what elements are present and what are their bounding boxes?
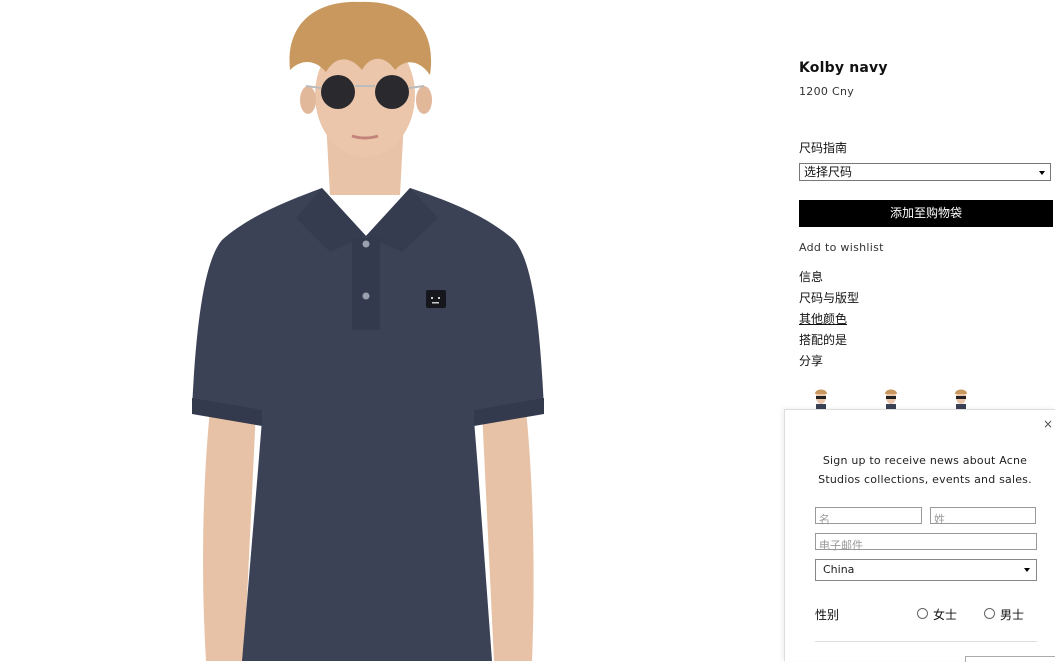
thumbnail-strip <box>813 388 983 410</box>
first-name-input[interactable] <box>816 512 921 527</box>
close-icon[interactable]: × <box>1041 417 1055 431</box>
email-field[interactable] <box>815 533 1037 553</box>
add-to-bag-button[interactable]: 添加至购物袋 <box>799 200 1053 227</box>
chevron-down-icon <box>1039 171 1045 175</box>
newsletter-popup: × Sign up to receive news about Acne Stu… <box>784 409 1055 662</box>
product-title: Kolby navy <box>799 60 888 76</box>
size-guide-link[interactable]: 尺码指南 <box>799 139 847 156</box>
gender-label: 性别 <box>815 608 840 622</box>
divider <box>815 641 1037 642</box>
gender-male-label: 男士 <box>1000 608 1025 622</box>
first-name-field[interactable] <box>815 507 922 527</box>
radio-icon[interactable] <box>984 608 995 619</box>
link-size-fit[interactable]: 尺码与版型 <box>799 290 859 311</box>
product-price: 1200 Cny <box>799 85 855 98</box>
thumbnail-3[interactable] <box>953 388 969 410</box>
product-image[interactable] <box>0 0 760 661</box>
link-other-colors[interactable]: 其他颜色 <box>799 311 859 332</box>
last-name-input[interactable] <box>931 512 1035 527</box>
country-value: China <box>823 563 855 576</box>
size-select-value: 选择尺码 <box>804 165 853 179</box>
thumbnail-1[interactable] <box>813 388 829 410</box>
link-share[interactable]: 分享 <box>799 353 859 374</box>
radio-icon[interactable] <box>917 608 928 619</box>
add-to-wishlist-link[interactable]: Add to wishlist <box>799 241 884 254</box>
submit-button[interactable] <box>965 656 1055 662</box>
last-name-field[interactable] <box>930 507 1036 527</box>
link-worn-with[interactable]: 搭配的是 <box>799 332 859 353</box>
gender-option-male[interactable]: 男士 <box>984 606 1024 623</box>
gender-female-label: 女士 <box>933 608 958 622</box>
country-select[interactable]: China <box>815 559 1037 581</box>
details-links: 信息 尺码与版型 其他颜色 搭配的是 分享 <box>799 269 859 374</box>
newsletter-text: Sign up to receive news about Acne Studi… <box>818 454 1032 486</box>
email-input[interactable] <box>816 538 1036 553</box>
gender-option-female[interactable]: 女士 <box>917 606 957 623</box>
size-select[interactable]: 选择尺码 <box>799 163 1051 181</box>
link-info[interactable]: 信息 <box>799 269 859 290</box>
chevron-down-icon <box>1024 568 1030 572</box>
thumbnail-2[interactable] <box>883 388 899 410</box>
